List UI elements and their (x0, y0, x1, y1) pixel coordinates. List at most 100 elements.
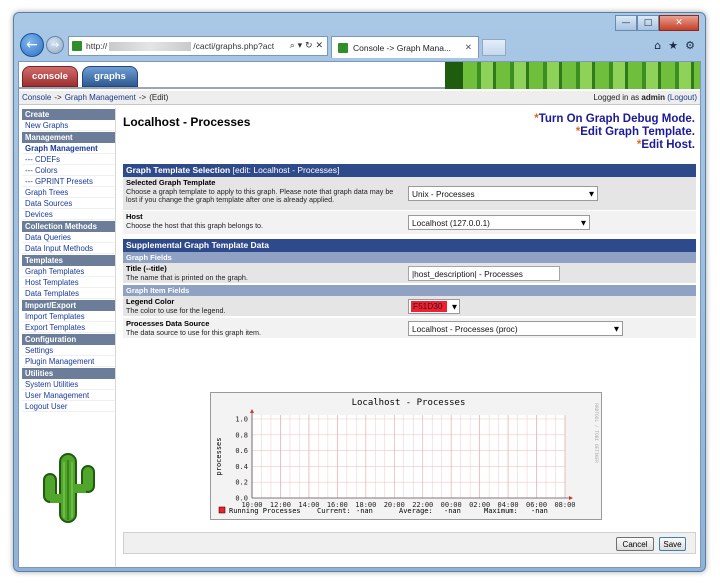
legend-current-value: -nan (356, 507, 373, 515)
address-tail: /cacti/graphs.php?act (193, 41, 275, 51)
edit-template-link[interactable]: Edit Graph Template. (580, 126, 695, 138)
field-desc: Choose the host that this graph belongs … (126, 220, 264, 230)
sidebar-section-head: Create (22, 109, 115, 120)
sidebar-item-data-templates[interactable]: Data Templates (22, 288, 115, 299)
legend-series-name: Running Processes (229, 507, 301, 515)
address-actions[interactable]: ⌕ ▾ ↻ ✕ (290, 41, 327, 51)
legend-maximum-value: -nan (531, 507, 548, 515)
login-user: admin (641, 93, 665, 102)
sidebar-item-graph-trees[interactable]: Graph Trees (22, 187, 115, 198)
y-axis-arrow-icon (250, 409, 254, 413)
field-desc: The data source to use for this graph it… (126, 327, 262, 337)
sidebar-item-settings[interactable]: Settings (22, 345, 115, 356)
field-desc: The name that is printed on the graph. (126, 272, 248, 282)
browser-tab-active[interactable]: Console -> Graph Mana... ✕ (331, 36, 479, 58)
maximize-icon[interactable]: □ (637, 15, 659, 31)
back-arrow-icon[interactable]: ← (20, 33, 44, 57)
favorites-star-icon[interactable]: ★ (668, 39, 678, 52)
field-label-wrap: Selected Graph Template Choose a graph t… (126, 178, 396, 205)
tab-console[interactable]: console (22, 66, 78, 87)
tab-title: Console -> Graph Mana... (353, 42, 452, 53)
address-bar[interactable]: http:// /cacti/graphs.php?act ⌕ ▾ ↻ ✕ (68, 36, 328, 56)
minimize-icon[interactable]: — (615, 15, 637, 31)
cacti-favicon-icon (338, 42, 348, 53)
select-value: Unix - Processes (412, 188, 475, 199)
row-data-source: Processes Data Source The data source to… (123, 318, 696, 339)
sidebar-item-data-input-methods[interactable]: Data Input Methods (22, 243, 115, 254)
tab-close-icon[interactable]: ✕ (465, 43, 472, 53)
home-icon[interactable]: ⌂ (654, 39, 661, 52)
row-legend-color: Legend Color The color to use for the le… (123, 296, 696, 317)
graph-template-select[interactable]: Unix - Processes ▼ (408, 186, 598, 201)
legend-average-value: -nan (444, 507, 461, 515)
form-footer: Cancel Save (123, 532, 696, 554)
chevron-down-icon: ▼ (452, 302, 457, 311)
settings-gear-icon[interactable]: ⚙ (685, 39, 695, 52)
sidebar-item-graph-management[interactable]: Graph Management (22, 143, 115, 154)
breadcrumb-graph-management-link[interactable]: Graph Management (65, 93, 136, 102)
sidebar-item-user-management[interactable]: User Management (22, 390, 115, 401)
chevron-down-icon: ▼ (589, 189, 594, 198)
forward-arrow-icon[interactable]: → (46, 36, 64, 54)
legend-color-select[interactable]: F51D30 ▼ (408, 299, 460, 314)
sidebar-section-head: Import/Export (22, 300, 115, 311)
logout-link[interactable]: (Logout) (667, 93, 697, 102)
sidebar-item-import-templates[interactable]: Import Templates (22, 311, 115, 322)
sidebar-section-head: Utilities (22, 368, 115, 379)
login-prefix: Logged in as (593, 93, 640, 102)
new-tab-button[interactable] (482, 39, 506, 56)
section-edit-note: [edit: Localhost - Processes] (232, 165, 340, 175)
breadcrumb-sep: -> (54, 93, 62, 102)
select-value: Localhost (127.0.0.1) (412, 217, 490, 228)
row-title: Title (--title) The name that is printed… (123, 263, 696, 284)
cactus-banner-image (445, 62, 700, 89)
field-label-wrap: Legend Color The color to use for the le… (126, 297, 396, 315)
sidebar-item-host-templates[interactable]: Host Templates (22, 277, 115, 288)
sidebar-item-export-templates[interactable]: Export Templates (22, 322, 115, 333)
save-button[interactable]: Save (659, 537, 686, 551)
legend-swatch (218, 506, 226, 514)
action-links: *Turn On Graph Debug Mode. *Edit Graph T… (534, 113, 695, 152)
field-desc: The color to use for the legend. (126, 305, 226, 315)
section-supplemental: Supplemental Graph Template Data (123, 239, 696, 252)
title-input[interactable]: |host_description| - Processes (408, 266, 560, 281)
sidebar-section-head: Collection Methods (22, 221, 115, 232)
sidebar-item-system-utilities[interactable]: System Utilities (22, 379, 115, 390)
main-panel: Localhost - Processes *Turn On Graph Deb… (121, 108, 698, 567)
sidebar-item-colors[interactable]: --- Colors (22, 165, 115, 176)
legend-average-label: Average: (399, 507, 433, 515)
sidebar-item-gprint-presets[interactable]: --- GPRINT Presets (22, 176, 115, 187)
address-prefix: http:// (86, 41, 108, 51)
sidebar-item-graph-templates[interactable]: Graph Templates (22, 266, 115, 277)
host-select[interactable]: Localhost (127.0.0.1) ▼ (408, 215, 590, 230)
data-source-select[interactable]: Localhost - Processes (proc) ▼ (408, 321, 623, 336)
sidebar-item-logout-user[interactable]: Logout User (22, 401, 115, 412)
breadcrumb-current: (Edit) (149, 93, 169, 102)
y-tick-label: 0.2 (235, 479, 248, 487)
sidebar-menu: Create New Graphs Management Graph Manageme… (22, 108, 116, 567)
legend-current-label: Current: (317, 507, 351, 515)
legend-maximum-label: Maximum: (484, 507, 518, 515)
field-label-wrap: Host Choose the host that this graph bel… (126, 212, 396, 230)
sidebar-item-plugin-management[interactable]: Plugin Management (22, 356, 115, 367)
graph-fields-head: Graph Fields (123, 252, 696, 263)
sidebar-item-devices[interactable]: Devices (22, 209, 115, 220)
chart-canvas (252, 415, 565, 498)
tab-graphs[interactable]: graphs (82, 66, 138, 87)
y-axis-label: processes (215, 438, 223, 476)
breadcrumb-console-link[interactable]: Console (22, 93, 51, 102)
close-icon[interactable]: ✕ (659, 15, 699, 31)
debug-mode-link[interactable]: Turn On Graph Debug Mode. (539, 113, 695, 125)
chart-title: Localhost - Processes (352, 398, 466, 408)
sidebar-item-data-sources[interactable]: Data Sources (22, 198, 115, 209)
sidebar-item-new-graphs[interactable]: New Graphs (22, 120, 115, 131)
field-label-wrap: Title (--title) The name that is printed… (126, 264, 396, 282)
sidebar-item-cdefs[interactable]: --- CDEFs (22, 154, 115, 165)
section-template-selection: Graph Template Selection [edit: Localhos… (123, 164, 696, 177)
cancel-button[interactable]: Cancel (616, 537, 654, 551)
rrdtool-credit: RRDTOOL / TOBI OETIKER (593, 403, 599, 463)
graph-preview: 0.0 0.2 0.4 0.6 0.8 1.0 10:00 12:00 14:00 16:00 18… (210, 392, 602, 520)
edit-host-link[interactable]: Edit Host. (641, 139, 695, 151)
sidebar-section-head: Templates (22, 255, 115, 266)
sidebar-item-data-queries[interactable]: Data Queries (22, 232, 115, 243)
